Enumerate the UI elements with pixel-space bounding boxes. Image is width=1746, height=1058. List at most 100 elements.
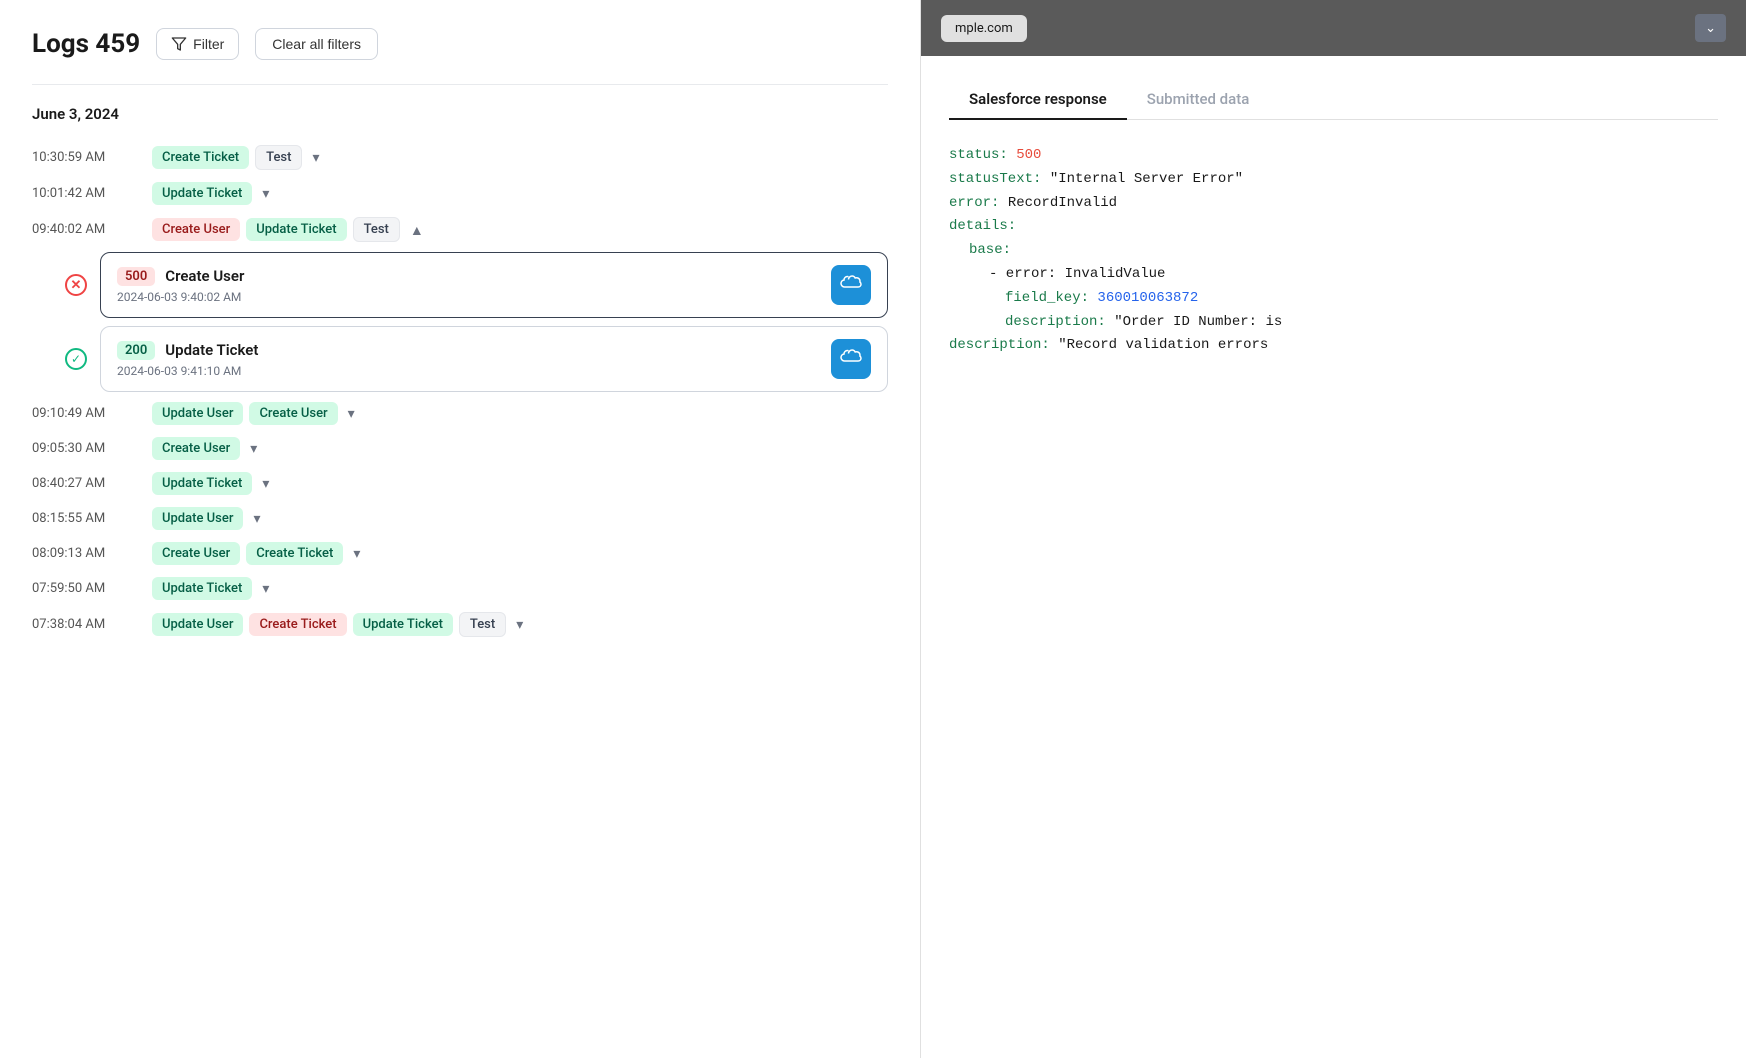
log-main-row: 07:38:04 AM Update User Create Ticket Updat… [32, 606, 888, 643]
sub-card[interactable]: 500 Create User 2024-06-03 9:40:02 AM [100, 252, 888, 318]
log-row: 07:38:04 AM Update User Create Ticket Updat… [32, 606, 888, 643]
sub-card-name: Create User [165, 267, 244, 285]
log-tag[interactable]: Update Ticket [353, 613, 453, 636]
filter-icon [171, 36, 187, 52]
log-tag[interactable]: Create User [152, 218, 240, 241]
log-expand-button[interactable]: ▾ [512, 614, 527, 635]
sub-card[interactable]: 200 Update Ticket 2024-06-03 9:41:10 AM [100, 326, 888, 392]
log-time: 07:59:50 AM [32, 581, 142, 596]
header-row: Logs 459 Filter Clear all filters [32, 28, 888, 60]
log-time: 09:40:02 AM [32, 222, 142, 237]
success-icon: ✓ [64, 347, 88, 371]
statustext-value: "Internal Server Error" [1050, 171, 1243, 187]
log-time: 08:09:13 AM [32, 546, 142, 561]
chevron-down-button[interactable]: ⌄ [1695, 14, 1726, 42]
log-tags-row: Create User Update Ticket Test ▲ [152, 217, 428, 242]
response-status-line: status: 500 [949, 144, 1718, 168]
tab-submitted-data[interactable]: Submitted data [1127, 80, 1270, 120]
log-expand-button[interactable]: ▾ [258, 473, 273, 494]
log-expand-button[interactable]: ▾ [258, 578, 273, 599]
response-details-line: details: [949, 215, 1718, 239]
log-row: 08:09:13 AM Create User Create Ticket ▾ [32, 536, 888, 571]
sub-card-title-row: 500 Create User [117, 267, 244, 286]
response-field-key-line: field_key: 360010063872 [949, 287, 1718, 311]
log-tag[interactable]: Update Ticket [152, 577, 252, 600]
log-time: 09:05:30 AM [32, 441, 142, 456]
log-expand-button[interactable]: ▾ [258, 183, 273, 204]
tab-salesforce-response[interactable]: Salesforce response [949, 80, 1127, 120]
log-tag[interactable]: Update Ticket [152, 472, 252, 495]
log-tags-row: Update User ▾ [152, 507, 264, 530]
log-tag[interactable]: Create Ticket [246, 542, 343, 565]
right-top-bar: mple.com ⌄ [921, 0, 1746, 56]
log-expand-button[interactable]: ▾ [308, 147, 323, 168]
log-tag[interactable]: Create Ticket [152, 146, 249, 169]
log-tags-row: Update Ticket ▾ [152, 577, 273, 600]
sub-card-time: 2024-06-03 9:40:02 AM [117, 290, 244, 304]
sub-error-key: - error: [989, 266, 1056, 282]
log-main-row: 08:15:55 AMUpdate User▾ [32, 501, 888, 536]
filter-label: Filter [193, 36, 224, 52]
error-icon: ✕ [64, 273, 88, 297]
log-expand-button[interactable]: ▾ [349, 543, 364, 564]
domain-badge: mple.com [941, 15, 1027, 42]
sub-row: ✕ 500 Create User 2024-06-03 9:40:02 AM [64, 252, 888, 318]
log-tag[interactable]: Test [459, 612, 506, 637]
log-tags-row: Create User ▾ [152, 437, 261, 460]
log-time: 08:40:27 AM [32, 476, 142, 491]
log-row: 09:40:02 AM Create User Update Ticket Test ▲… [32, 211, 888, 392]
log-row: 10:01:42 AMUpdate Ticket▾ [32, 176, 888, 211]
response-statustext-line: statusText: "Internal Server Error" [949, 168, 1718, 192]
date-header: June 3, 2024 [32, 105, 888, 123]
error-key: error: [949, 195, 999, 211]
log-time: 09:10:49 AM [32, 406, 142, 421]
log-main-row: 08:40:27 AM Update Ticket ▾ [32, 466, 888, 501]
clear-filters-button[interactable]: Clear all filters [255, 28, 378, 60]
response-sub-error-line: - error: InvalidValue [949, 263, 1718, 287]
log-row: 09:05:30 AM Create User ▾ [32, 431, 888, 466]
sub-card-name: Update Ticket [165, 341, 258, 359]
sub-error-value: InvalidValue [1065, 266, 1166, 282]
sub-card-left: 500 Create User 2024-06-03 9:40:02 AM [117, 267, 244, 304]
details-key: details: [949, 218, 1016, 234]
header-divider [32, 84, 888, 85]
log-tag[interactable]: Create User [152, 542, 240, 565]
status-code-badge: 500 [117, 267, 155, 286]
base-key: base: [969, 242, 1011, 258]
log-time: 07:38:04 AM [32, 617, 142, 632]
filter-button[interactable]: Filter [156, 28, 239, 60]
log-tag[interactable]: Update User [152, 402, 243, 425]
log-main-row: 08:09:13 AM Create User Create Ticket ▾ [32, 536, 888, 571]
sub-card-left: 200 Update Ticket 2024-06-03 9:41:10 AM [117, 341, 258, 378]
log-tag[interactable]: Update User [152, 613, 243, 636]
log-tags-row: Create Ticket Test ▾ [152, 145, 323, 170]
log-expand-button[interactable]: ▲ [406, 220, 428, 240]
log-tag[interactable]: Create User [249, 402, 337, 425]
log-expand-button[interactable]: ▾ [249, 508, 264, 529]
log-tag[interactable]: Test [255, 145, 302, 170]
statustext-key: statusText: [949, 171, 1041, 187]
desc2-key: description: [949, 337, 1050, 353]
right-content: Salesforce response Submitted data statu… [921, 56, 1746, 1058]
log-time: 10:30:59 AM [32, 150, 142, 165]
page-title: Logs 459 [32, 29, 140, 59]
log-tag[interactable]: Test [353, 217, 400, 242]
log-tag[interactable]: Update Ticket [246, 218, 346, 241]
status-code-badge: 200 [117, 341, 155, 360]
salesforce-icon [831, 339, 871, 379]
log-tag[interactable]: Create User [152, 437, 240, 460]
desc1-key: description: [1005, 314, 1106, 330]
log-expand-button[interactable]: ▾ [246, 438, 261, 459]
log-row: 09:10:49 AM Update User Create User ▾ [32, 396, 888, 431]
log-row: 08:40:27 AM Update Ticket ▾ [32, 466, 888, 501]
tabs-row: Salesforce response Submitted data [949, 80, 1718, 120]
log-tags-row: Update Ticket ▾ [152, 472, 273, 495]
log-tag[interactable]: Update Ticket [152, 182, 252, 205]
log-expand-button[interactable]: ▾ [344, 403, 359, 424]
field-key-value: 360010063872 [1097, 290, 1198, 306]
log-row: 08:15:55 AMUpdate User▾ [32, 501, 888, 536]
log-tag[interactable]: Create Ticket [249, 613, 346, 636]
success-circle-icon: ✓ [65, 348, 87, 370]
log-tag[interactable]: Update User [152, 507, 243, 530]
sub-card-time: 2024-06-03 9:41:10 AM [117, 364, 258, 378]
